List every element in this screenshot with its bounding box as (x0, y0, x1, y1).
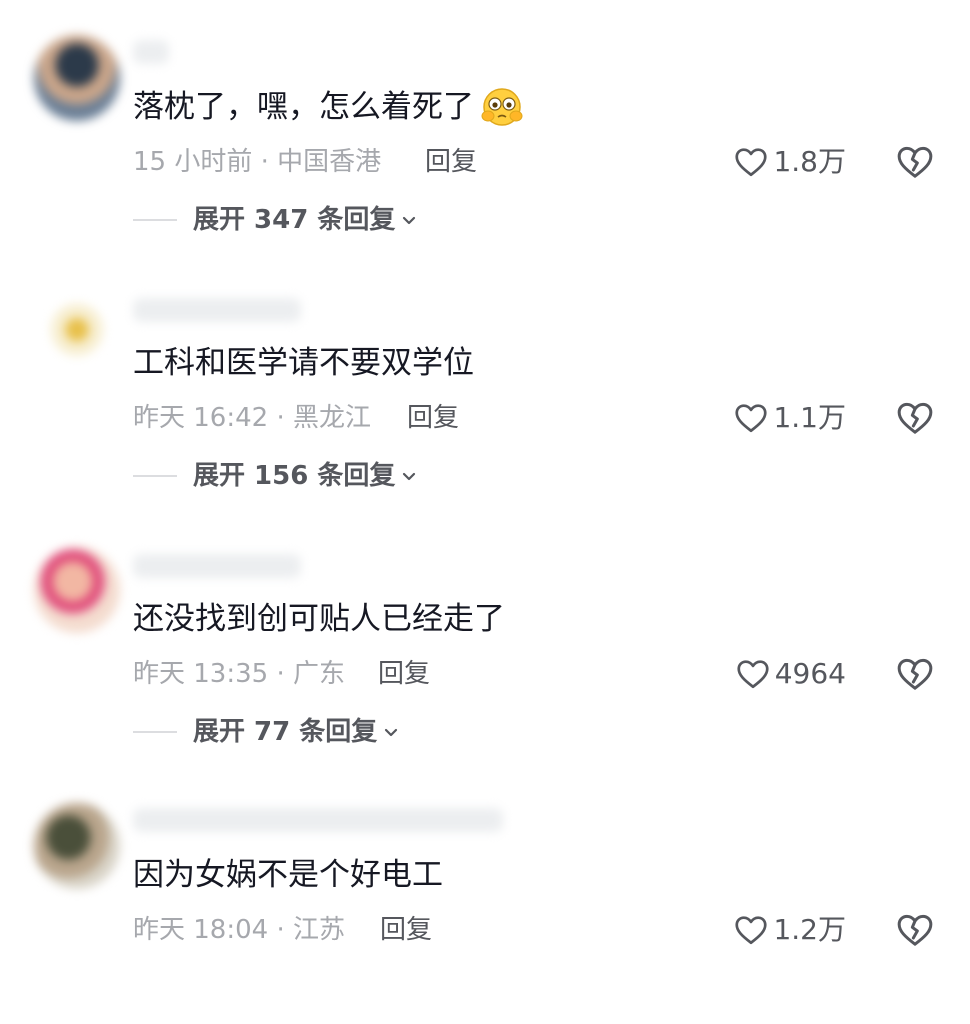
username-blurred[interactable] (133, 554, 301, 578)
expand-replies-label: 展开 77 条回复 (193, 717, 378, 747)
comment-item: 工科和医学请不要双学位 昨天 16:42 · 黑龙江 回复 1.1万 展开 15… (0, 256, 970, 512)
expand-replies-button[interactable]: 展开 347 条回复 (133, 202, 419, 238)
comment-meta: 昨天 16:42 · 黑龙江 (133, 403, 371, 433)
chevron-down-icon (403, 216, 416, 225)
comment-meta: 昨天 18:04 · 江苏 (133, 915, 345, 945)
chevron-down-icon (385, 728, 398, 737)
comment-text: 因为女娲不是个好电工 (133, 857, 443, 893)
broken-heart-icon[interactable] (895, 398, 935, 438)
broken-heart-icon[interactable] (895, 910, 935, 950)
divider-line (133, 219, 177, 221)
expand-replies-label: 展开 347 条回复 (193, 205, 396, 235)
chevron-down-icon (403, 472, 416, 481)
reply-button[interactable]: 回复 (378, 656, 430, 692)
comment-item: 因为女娲不是个好电工 昨天 18:04 · 江苏 回复 1.2万 (0, 768, 970, 1024)
like-button[interactable]: 4964 (735, 654, 846, 694)
username-blurred[interactable] (133, 40, 169, 64)
reply-button[interactable]: 回复 (380, 912, 432, 948)
avatar[interactable] (34, 547, 120, 633)
broken-heart-icon[interactable] (895, 654, 935, 694)
comment-item: 落枕了，嘿，怎么着死了 15 小时前 · 中国香港 回复 1.8万 展开 347… (0, 0, 970, 256)
comment-meta: 昨天 13:35 · 广东 (133, 659, 345, 689)
like-count: 1.2万 (773, 913, 846, 946)
like-count: 1.8万 (773, 145, 846, 178)
broken-heart-icon[interactable] (895, 142, 935, 182)
comment-text: 工科和医学请不要双学位 (133, 345, 474, 381)
like-button[interactable]: 1.8万 (733, 142, 846, 182)
divider-line (133, 731, 177, 733)
reply-button[interactable]: 回复 (407, 400, 459, 436)
like-button[interactable]: 1.2万 (733, 910, 846, 950)
avatar[interactable] (34, 291, 120, 377)
like-count: 1.1万 (773, 401, 846, 434)
expand-replies-button[interactable]: 展开 156 条回复 (133, 458, 419, 494)
comment-text: 还没找到创可贴人已经走了 (133, 601, 505, 637)
heart-outline-icon (735, 148, 768, 177)
heart-outline-icon (735, 916, 768, 945)
like-button[interactable]: 1.1万 (733, 398, 846, 438)
comment-item: 还没找到创可贴人已经走了 昨天 13:35 · 广东 回复 4964 展开 77… (0, 512, 970, 768)
heart-outline-icon (737, 660, 769, 689)
username-blurred[interactable] (133, 808, 503, 832)
expand-replies-label: 展开 156 条回复 (193, 461, 396, 491)
username-blurred[interactable] (133, 298, 301, 322)
divider-line (133, 475, 177, 477)
like-count: 4964 (774, 657, 846, 690)
heart-outline-icon (735, 404, 768, 433)
reply-button[interactable]: 回复 (425, 144, 477, 180)
comment-text-body: 落枕了，嘿，怎么着死了 (133, 89, 474, 125)
comment-text: 落枕了，嘿，怎么着死了 (133, 86, 526, 128)
avatar[interactable] (34, 803, 120, 889)
comment-meta: 15 小时前 · 中国香港 (133, 147, 382, 177)
avatar[interactable] (34, 35, 120, 121)
expand-replies-button[interactable]: 展开 77 条回复 (133, 714, 401, 750)
blushing-peek-emoji-icon (481, 88, 523, 126)
